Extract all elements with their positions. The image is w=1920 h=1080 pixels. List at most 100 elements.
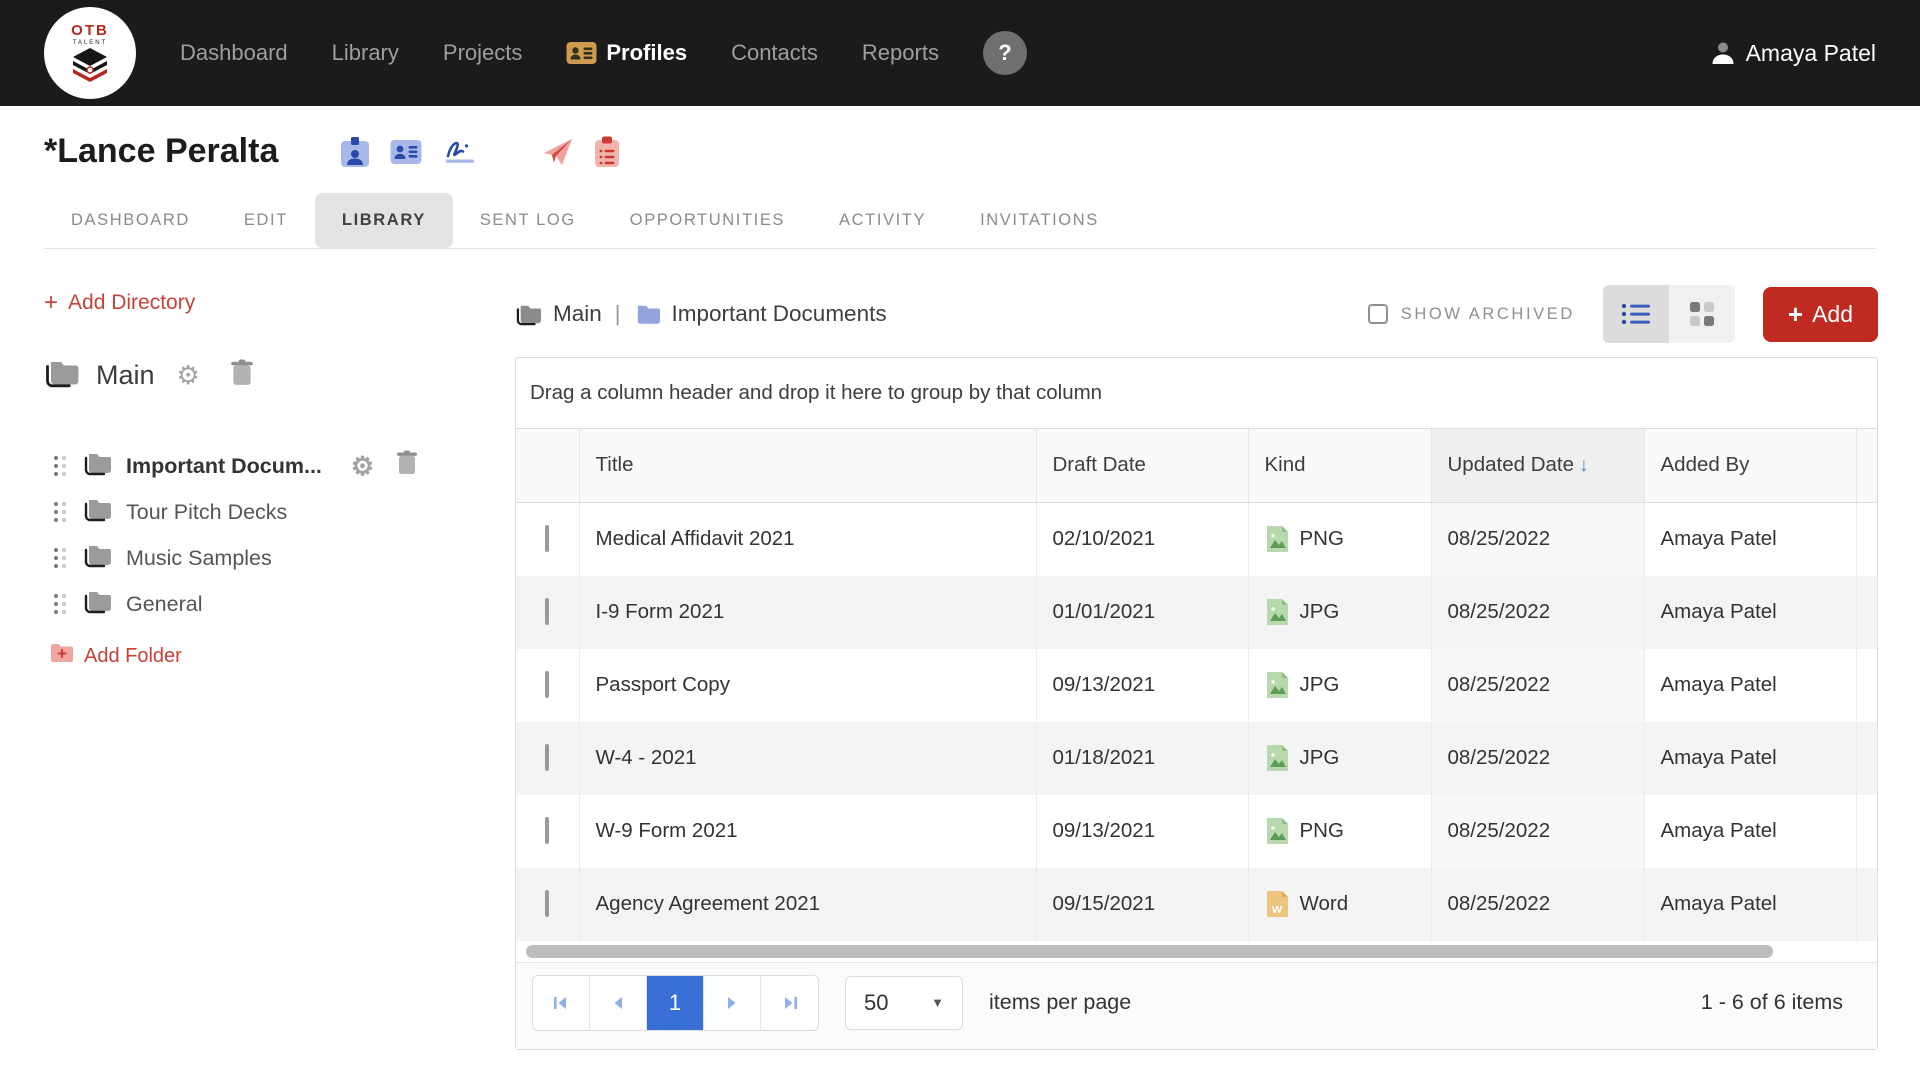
directory-delete-trash-icon[interactable]	[230, 359, 254, 392]
user-menu[interactable]: Amaya Patel	[1710, 40, 1876, 67]
drag-handle-icon[interactable]	[54, 594, 67, 615]
add-folder-label: Add Folder	[84, 645, 182, 668]
folder-item-tour-pitch-decks[interactable]: Tour Pitch Decks ⚙	[54, 489, 495, 535]
tab-opportunities[interactable]: OPPORTUNITIES	[603, 193, 812, 248]
row-checkbox[interactable]	[545, 525, 549, 552]
cell-added-by: Amaya Patel	[1644, 649, 1856, 722]
previous-page-button[interactable]	[590, 976, 647, 1030]
kind-label: PNG	[1300, 819, 1344, 843]
nav-item-profiles[interactable]: Profiles	[566, 40, 687, 66]
drag-handle-icon[interactable]	[54, 456, 67, 477]
cell-updated-date: 08/25/2022	[1431, 795, 1644, 868]
row-checkbox[interactable]	[545, 744, 549, 771]
profile-badge-icon[interactable]	[340, 136, 370, 168]
directory-settings-gear-icon[interactable]: ⚙	[177, 362, 200, 388]
profile-header: *Lance Peralta	[44, 132, 1876, 171]
drag-handle-icon[interactable]	[54, 548, 67, 569]
show-archived-toggle[interactable]: SHOW ARCHIVED	[1368, 304, 1575, 324]
nav-item-reports[interactable]: Reports	[862, 40, 939, 66]
page-size-select[interactable]: 50 ▼	[845, 976, 963, 1030]
folder-settings-gear-icon[interactable]: ⚙	[351, 453, 374, 479]
cell-added-by: Amaya Patel	[1644, 502, 1856, 576]
row-checkbox[interactable]	[545, 671, 549, 698]
last-page-button[interactable]	[761, 976, 818, 1030]
tab-library[interactable]: LIBRARY	[315, 193, 453, 248]
logo-chevron-icon	[69, 48, 111, 84]
add-directory-button[interactable]: + Add Directory	[44, 291, 495, 315]
root-directory-main[interactable]: Main ⚙	[44, 357, 495, 393]
folder-label: Tour Pitch Decks	[126, 500, 287, 525]
user-name: Amaya Patel	[1746, 40, 1876, 67]
cell-draft-date: 09/13/2021	[1036, 649, 1248, 722]
help-button[interactable]: ?	[983, 31, 1027, 75]
drag-handle-icon[interactable]	[54, 502, 67, 523]
show-archived-checkbox[interactable]	[1368, 304, 1388, 324]
clipboard-icon[interactable]	[594, 136, 620, 168]
add-document-button[interactable]: + Add	[1763, 287, 1878, 342]
documents-grid: Drag a column header and drop it here to…	[515, 357, 1878, 1050]
table-row[interactable]: Medical Affidavit 2021 02/10/2021 w PNG …	[516, 502, 1877, 576]
nav-item-dashboard[interactable]: Dashboard	[180, 40, 288, 66]
nav-item-library[interactable]: Library	[332, 40, 399, 66]
nav-item-label: Reports	[862, 40, 939, 66]
page-title: *Lance Peralta	[44, 132, 278, 171]
row-checkbox[interactable]	[545, 598, 549, 625]
cell-draft-date: 09/15/2021	[1036, 868, 1248, 941]
table-row[interactable]: Passport Copy 09/13/2021 w JPG 08/25/202…	[516, 649, 1877, 722]
folder-label: Important Docum...	[126, 454, 322, 479]
breadcrumb-item-important-documents[interactable]: Important Documents	[634, 301, 887, 327]
breadcrumb-separator: |	[615, 301, 621, 327]
table-row[interactable]: W-4 - 2021 01/18/2021 w JPG 08/25/2022 A…	[516, 722, 1877, 795]
breadcrumb-item-main[interactable]: Main	[515, 301, 602, 327]
list-view-button[interactable]	[1603, 285, 1669, 343]
group-by-drop-zone[interactable]: Drag a column header and drop it here to…	[516, 358, 1877, 429]
page-number-button[interactable]: 1	[647, 976, 704, 1030]
folder-delete-trash-icon[interactable]	[396, 450, 418, 482]
column-header-filler	[1856, 429, 1877, 502]
otb-talent-logo[interactable]: OTB TALENT	[44, 7, 136, 99]
image-file-icon: w	[1265, 524, 1290, 554]
table-row[interactable]: I-9 Form 2021 01/01/2021 w JPG 08/25/202…	[516, 576, 1877, 649]
help-label: ?	[998, 40, 1011, 66]
next-page-button[interactable]	[704, 976, 761, 1030]
cell-added-by: Amaya Patel	[1644, 722, 1856, 795]
folder-item-music-samples[interactable]: Music Samples ⚙	[54, 535, 495, 581]
grid-view-button[interactable]	[1669, 285, 1735, 343]
folder-label: Music Samples	[126, 546, 272, 571]
first-page-button[interactable]	[533, 976, 590, 1030]
view-toggle	[1603, 285, 1735, 343]
tab-activity[interactable]: ACTIVITY	[812, 193, 953, 248]
nav-item-projects[interactable]: Projects	[443, 40, 522, 66]
id-card-icon[interactable]	[390, 139, 422, 165]
cell-filler	[1856, 576, 1877, 649]
tab-invitations[interactable]: INVITATIONS	[953, 193, 1126, 248]
row-checkbox[interactable]	[545, 817, 549, 844]
column-header-draft-date[interactable]: Draft Date	[1036, 429, 1248, 502]
table-row[interactable]: Agency Agreement 2021 09/15/2021 w Word …	[516, 868, 1877, 941]
root-directory-label: Main	[96, 360, 155, 391]
tab-dashboard[interactable]: DASHBOARD	[44, 193, 217, 248]
tab-sent-log[interactable]: SENT LOG	[453, 193, 603, 248]
column-header-kind[interactable]: Kind	[1248, 429, 1431, 502]
cell-filler	[1856, 649, 1877, 722]
first-page-icon	[553, 995, 569, 1011]
last-page-icon	[782, 995, 798, 1011]
tab-edit[interactable]: EDIT	[217, 193, 315, 248]
table-row[interactable]: W-9 Form 2021 09/13/2021 w PNG 08/25/202…	[516, 795, 1877, 868]
column-header-title[interactable]: Title	[579, 429, 1036, 502]
folder-item-important-docum[interactable]: Important Docum... ⚙	[54, 443, 495, 489]
add-folder-button[interactable]: Add Folder	[50, 643, 495, 669]
cell-title: Medical Affidavit 2021	[579, 502, 1036, 576]
horizontal-scrollbar-thumb[interactable]	[526, 945, 1773, 958]
column-header-updated-date[interactable]: Updated Date↓	[1431, 429, 1644, 502]
column-header-added-by[interactable]: Added By	[1644, 429, 1856, 502]
cell-kind: w JPG	[1248, 722, 1431, 795]
nav-item-contacts[interactable]: Contacts	[731, 40, 818, 66]
row-checkbox[interactable]	[545, 890, 549, 917]
cell-updated-date: 08/25/2022	[1431, 722, 1644, 795]
folder-item-general[interactable]: General ⚙	[54, 581, 495, 627]
send-paper-plane-icon[interactable]	[542, 136, 574, 168]
dropdown-caret-icon: ▼	[931, 995, 944, 1010]
signature-icon[interactable]	[442, 137, 478, 167]
tab-label: OPPORTUNITIES	[630, 211, 785, 229]
